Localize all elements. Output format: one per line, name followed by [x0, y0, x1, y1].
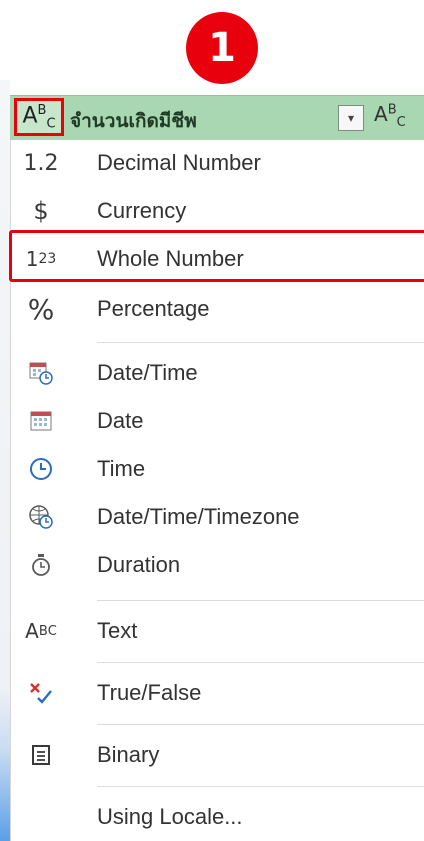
column-name: จำนวนเกิดมีชีพ [70, 110, 197, 132]
decimal-icon: 1.2 [23, 150, 59, 176]
date-icon [19, 401, 63, 441]
menu-separator [97, 724, 424, 725]
menu-item-label: Text [97, 618, 138, 643]
true-false-icon [19, 673, 63, 713]
menu-item-label: Percentage [97, 296, 210, 321]
menu-item-binary[interactable]: Binary [11, 732, 424, 778]
whole-number-highlight-box [9, 230, 424, 282]
menu-item-label: Using Locale... [97, 804, 243, 829]
menu-item-label: Date [97, 408, 144, 433]
menu-item-duration[interactable]: Duration [11, 542, 424, 588]
text-icon: ABC [25, 619, 57, 643]
menu-item-percentage[interactable]: % Percentage [11, 286, 424, 332]
menu-separator [97, 662, 424, 663]
menu-item-label: Binary [97, 742, 160, 767]
menu-item-label: Decimal Number [97, 150, 261, 175]
menu-item-label: Date/Time [97, 360, 198, 385]
datetimezone-icon [19, 497, 63, 537]
menu-item-label: Duration [97, 552, 181, 577]
menu-item-label: Time [97, 456, 146, 481]
abc-type-icon: ABC [22, 102, 56, 132]
menu-item-label: True/False [97, 680, 202, 705]
chevron-down-icon: ▾ [347, 111, 355, 125]
menu-item-label: Date/Time/Timezone [97, 504, 300, 529]
currency-icon: $ [33, 197, 49, 225]
menu-separator [97, 786, 424, 787]
next-column-type-button[interactable]: ABC [374, 102, 406, 130]
menu-item-true-false[interactable]: True/False [11, 670, 424, 716]
menu-item-currency[interactable]: $ Currency [11, 188, 424, 234]
menu-separator [97, 600, 424, 601]
column-header: ABC จำนวนเกิดมีชีพ ▾ ABC [10, 95, 424, 141]
percent-icon: % [27, 292, 55, 326]
duration-icon [19, 545, 63, 585]
abc-type-icon: ABC [374, 102, 406, 130]
data-type-menu: 1.2 Decimal Number $ Currency 123 Whole … [9, 140, 424, 841]
binary-icon [19, 735, 63, 775]
menu-separator [97, 342, 424, 343]
datetime-icon [19, 353, 63, 393]
menu-item-text[interactable]: ABC Text [11, 608, 424, 654]
background-app-strip [0, 80, 10, 841]
column-type-button[interactable]: ABC [14, 98, 64, 136]
time-icon [19, 449, 63, 489]
filter-dropdown-button[interactable]: ▾ [338, 105, 364, 131]
menu-item-label: Currency [97, 198, 187, 223]
menu-item-date-time[interactable]: Date/Time [11, 350, 424, 396]
step-badge: 1 [186, 12, 258, 84]
menu-item-date-time-timezone[interactable]: Date/Time/Timezone [11, 494, 424, 540]
menu-item-date[interactable]: Date [11, 398, 424, 444]
menu-item-decimal-number[interactable]: 1.2 Decimal Number [11, 140, 424, 186]
menu-item-using-locale[interactable]: Using Locale... [11, 794, 424, 840]
menu-item-time[interactable]: Time [11, 446, 424, 492]
